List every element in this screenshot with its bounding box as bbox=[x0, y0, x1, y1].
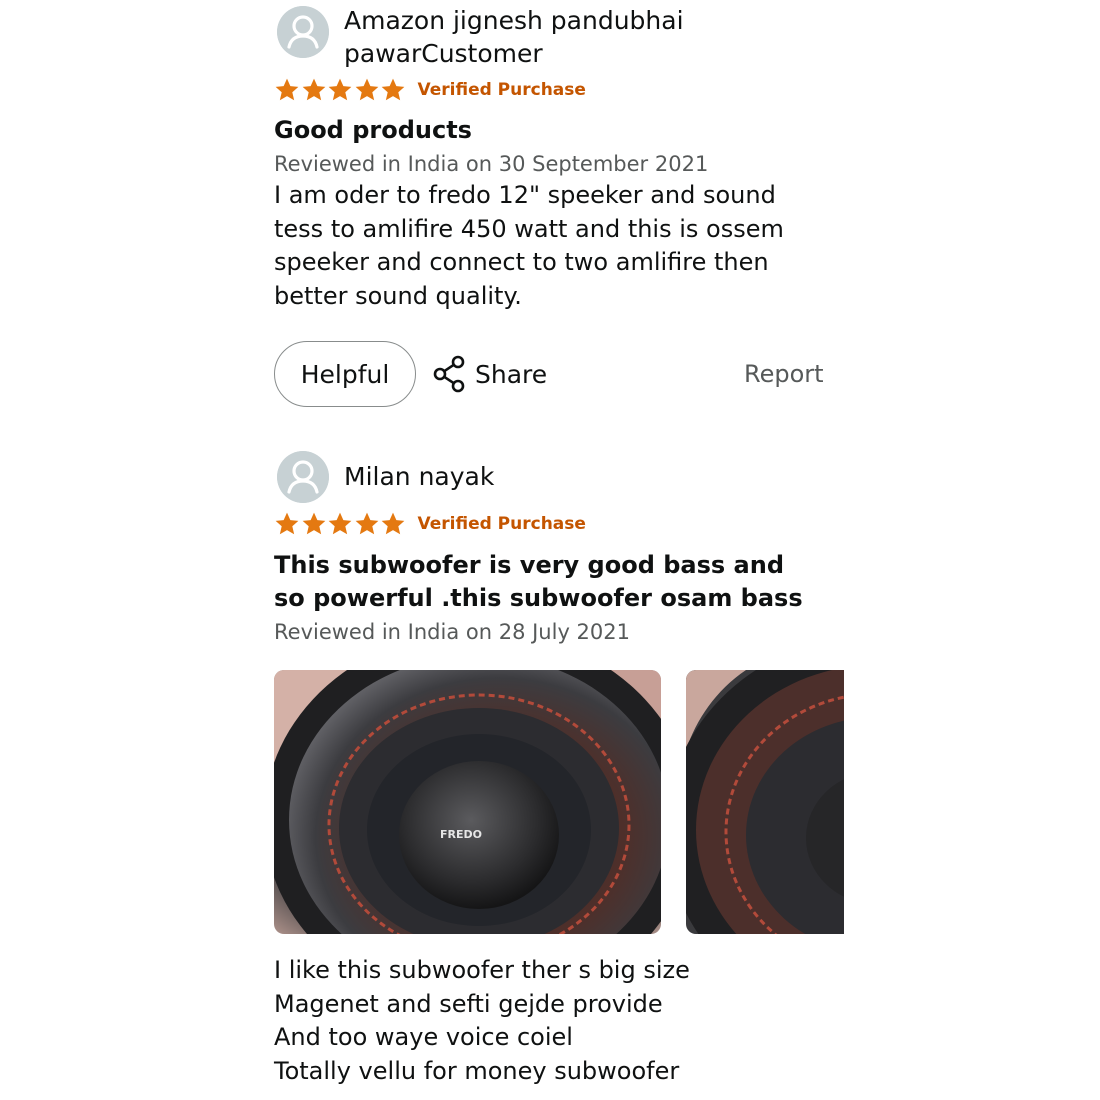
report-link[interactable]: Report bbox=[744, 341, 824, 407]
verified-purchase-badge: Verified Purchase bbox=[417, 514, 586, 534]
star-icon bbox=[355, 512, 378, 535]
reviewer-profile[interactable]: Milan nayak bbox=[274, 448, 834, 503]
review-date: Reviewed in India on 30 September 2021 bbox=[274, 152, 709, 176]
rating-row: Verified Purchase bbox=[274, 509, 834, 539]
review-body: I like this subwoofer ther s big size Ma… bbox=[274, 956, 690, 1085]
review-body-container: I like this subwoofer ther s big size Ma… bbox=[274, 954, 834, 1088]
share-button[interactable]: Share bbox=[432, 341, 547, 407]
review-image-carousel[interactable]: FREDO bbox=[274, 670, 844, 935]
user-silhouette-icon bbox=[277, 451, 329, 503]
review-card: Amazon jignesh pandubhai pawarCustomer V… bbox=[274, 0, 834, 413]
reviewer-name: Amazon jignesh pandubhai pawarCustomer bbox=[344, 6, 684, 68]
star-icon bbox=[302, 512, 325, 535]
avatar bbox=[277, 451, 329, 503]
review-body: I am oder to fredo 12" speeker and sound… bbox=[274, 181, 784, 310]
star-icon bbox=[275, 512, 299, 535]
review-actions: Helpful Share Report bbox=[274, 341, 834, 413]
review-card: Milan nayak Verified Purchase This subwo… bbox=[274, 448, 834, 647]
star-icon bbox=[355, 78, 378, 101]
reviewer-name: Milan nayak bbox=[344, 462, 495, 491]
star-rating[interactable] bbox=[274, 77, 407, 103]
star-icon bbox=[275, 78, 299, 101]
star-icon bbox=[328, 78, 352, 101]
subwoofer-photo: FREDO bbox=[274, 670, 661, 934]
star-icon bbox=[381, 512, 405, 535]
verified-purchase-badge: Verified Purchase bbox=[417, 80, 586, 100]
review-image[interactable] bbox=[686, 670, 844, 934]
star-rating[interactable] bbox=[274, 511, 407, 537]
svg-text:FREDO: FREDO bbox=[440, 828, 482, 841]
star-icon bbox=[381, 78, 405, 101]
review-date: Reviewed in India on 28 July 2021 bbox=[274, 620, 630, 644]
star-icon bbox=[328, 512, 352, 535]
share-icon bbox=[433, 355, 465, 393]
star-icon bbox=[302, 78, 325, 101]
avatar bbox=[277, 6, 329, 58]
review-title: Good products bbox=[274, 116, 472, 144]
share-label: Share bbox=[475, 359, 548, 389]
user-silhouette-icon bbox=[277, 6, 329, 58]
subwoofer-photo bbox=[686, 670, 844, 934]
rating-row: Verified Purchase bbox=[274, 75, 834, 105]
reviewer-profile[interactable]: Amazon jignesh pandubhai pawarCustomer bbox=[274, 0, 834, 70]
helpful-button[interactable]: Helpful bbox=[274, 341, 416, 407]
review-title: This subwoofer is very good bass and so … bbox=[274, 551, 803, 612]
review-image[interactable]: FREDO bbox=[274, 670, 661, 934]
